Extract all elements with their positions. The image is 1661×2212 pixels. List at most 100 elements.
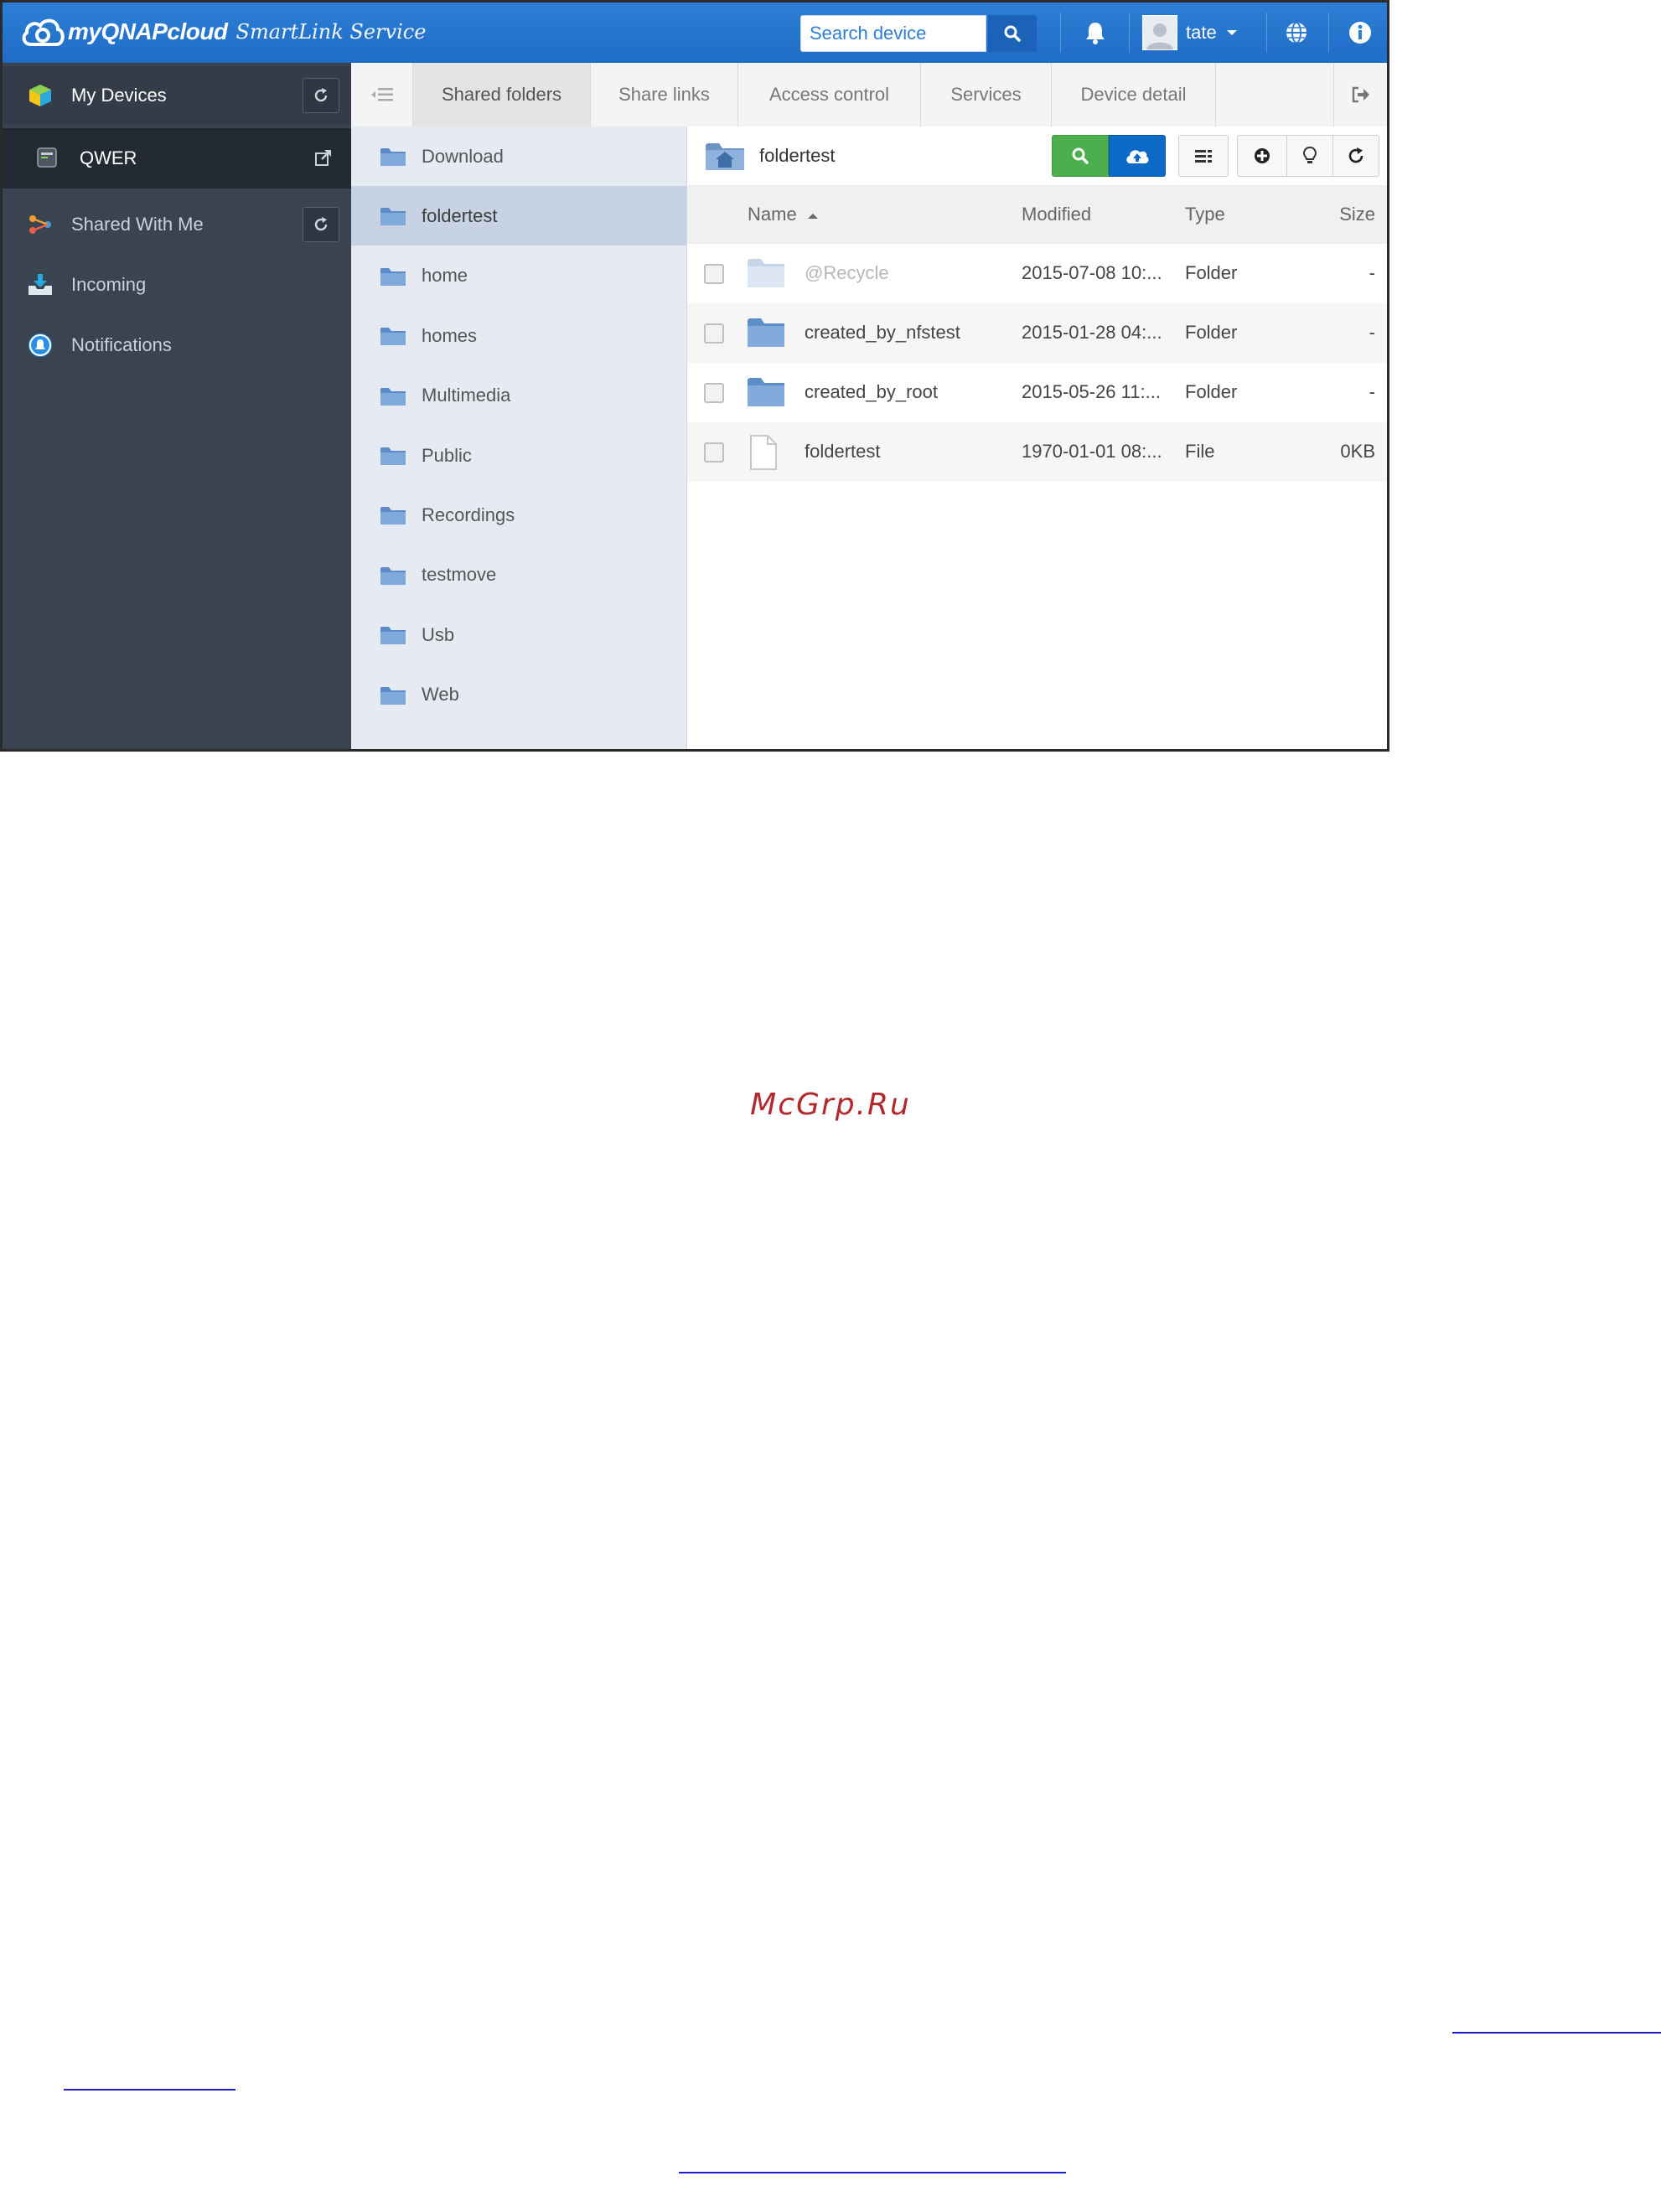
- search-files-button[interactable]: [1052, 135, 1109, 177]
- cube-icon: [26, 81, 54, 110]
- upload-button[interactable]: [1109, 135, 1166, 177]
- brand-tagline: SmartLink Service: [235, 20, 427, 44]
- column-name[interactable]: Name: [748, 204, 819, 225]
- folder-icon: [380, 447, 406, 465]
- file-name: foldertest: [805, 441, 881, 462]
- file-type: Folder: [1185, 381, 1238, 402]
- header-divider: [1060, 13, 1061, 53]
- file-type: File: [1185, 441, 1215, 462]
- logo[interactable]: myQNAPcloud SmartLink Service: [19, 13, 426, 51]
- folder-item[interactable]: Recordings: [351, 485, 686, 545]
- file-size: -: [1369, 322, 1375, 343]
- sidebar-item-shared-with-me[interactable]: Shared With Me: [3, 195, 351, 254]
- folder-item[interactable]: home: [351, 246, 686, 306]
- open-external-icon[interactable]: [314, 148, 333, 172]
- home-folder-icon: [706, 143, 744, 170]
- user-menu[interactable]: tate: [1142, 14, 1239, 51]
- folder-item[interactable]: Web: [351, 665, 686, 725]
- folder-item[interactable]: Usb: [351, 605, 686, 664]
- caret-down-icon: [1226, 30, 1237, 35]
- bell-icon: [1086, 23, 1105, 44]
- app-window: myQNAPcloud SmartLink Service Search dev…: [0, 0, 1389, 752]
- folder-icon: [380, 627, 406, 645]
- folder-item[interactable]: foldertest: [351, 186, 686, 246]
- refresh-icon: [314, 217, 328, 231]
- nas-icon: [33, 143, 61, 172]
- logout-button[interactable]: [1333, 63, 1387, 127]
- file-size: -: [1369, 381, 1375, 402]
- about-button[interactable]: [1337, 14, 1384, 51]
- brand-name: myQNAPcloud: [68, 18, 228, 44]
- watermark: McGrp.Ru: [750, 1088, 911, 1122]
- tab-device-detail[interactable]: Device detail: [1052, 63, 1216, 127]
- plus-circle-icon: [1255, 148, 1270, 163]
- link-underline[interactable]: [679, 2172, 1066, 2173]
- sidebar: My Devices QWER Shared With Me Incoming …: [3, 63, 351, 749]
- file-row[interactable]: created_by_root 2015-05-26 11:... Folder -: [687, 363, 1387, 422]
- language-button[interactable]: [1273, 14, 1320, 51]
- sidebar-item-label: Notifications: [71, 334, 172, 355]
- view-mode-button[interactable]: [1178, 135, 1229, 177]
- refresh-button[interactable]: [1332, 135, 1379, 177]
- sidebar-item-notifications[interactable]: Notifications: [3, 316, 351, 375]
- tab-shared-folders[interactable]: Shared folders: [413, 63, 591, 127]
- refresh-icon: [1348, 147, 1363, 163]
- row-checkbox[interactable]: [704, 442, 724, 463]
- folder-label: Download: [422, 145, 504, 167]
- file-type: Folder: [1185, 322, 1238, 343]
- tab-share-links[interactable]: Share links: [591, 63, 738, 127]
- file-modified: 1970-01-01 08:...: [1022, 441, 1162, 462]
- sidebar-item-qwer[interactable]: QWER: [3, 128, 351, 189]
- tab-access-control[interactable]: Access control: [738, 63, 921, 127]
- folder-icon: [380, 387, 406, 406]
- link-underline[interactable]: [1452, 2032, 1661, 2034]
- column-modified[interactable]: Modified: [1022, 204, 1091, 225]
- file-name: created_by_nfstest: [805, 322, 960, 343]
- column-name-label: Name: [748, 204, 797, 225]
- row-checkbox[interactable]: [704, 323, 724, 344]
- info-icon: [1349, 22, 1371, 44]
- folder-icon: [380, 267, 406, 286]
- link-underline[interactable]: [64, 2089, 235, 2091]
- inbox-icon: [26, 271, 54, 299]
- file-name: created_by_root: [805, 381, 938, 402]
- file-row[interactable]: foldertest 1970-01-01 08:... File 0KB: [687, 422, 1387, 482]
- user-silhouette-icon: [1146, 23, 1173, 49]
- folder-item[interactable]: Download: [351, 127, 686, 186]
- sign-out-icon: [1352, 86, 1369, 103]
- bell-icon: [26, 331, 54, 359]
- search-icon: [1072, 147, 1089, 164]
- folder-item[interactable]: homes: [351, 306, 686, 365]
- folder-icon: [380, 507, 406, 525]
- add-folder-button[interactable]: [1237, 135, 1287, 177]
- row-checkbox[interactable]: [704, 264, 724, 284]
- file-modified: 2015-05-26 11:...: [1022, 381, 1161, 402]
- column-header: Name Modified Type Size: [687, 185, 1387, 244]
- column-type[interactable]: Type: [1185, 204, 1225, 225]
- file-name: @Recycle: [805, 262, 889, 283]
- sidebar-item-incoming[interactable]: Incoming: [3, 256, 351, 314]
- tab-services[interactable]: Services: [921, 63, 1052, 127]
- column-size[interactable]: Size: [1339, 204, 1375, 225]
- lightbulb-icon: [1302, 146, 1317, 163]
- header-divider: [1266, 13, 1267, 53]
- folder-item[interactable]: Public: [351, 426, 686, 485]
- folder-item[interactable]: Multimedia: [351, 366, 686, 426]
- sidebar-item-my-devices[interactable]: My Devices: [3, 66, 351, 125]
- search-input[interactable]: [800, 15, 986, 52]
- refresh-icon: [314, 88, 328, 102]
- refresh-shared-button[interactable]: [303, 207, 339, 242]
- notifications-button[interactable]: [1072, 14, 1119, 51]
- file-row[interactable]: @Recycle 2015-07-08 10:... Folder -: [687, 244, 1387, 303]
- collapse-list-icon: [370, 88, 393, 101]
- file-icon: [750, 435, 777, 470]
- folder-icon: [380, 566, 406, 585]
- collapse-panel-button[interactable]: [351, 63, 413, 127]
- folder-label: Public: [422, 444, 472, 466]
- file-row[interactable]: created_by_nfstest 2015-01-28 04:... Folde…: [687, 303, 1387, 363]
- row-checkbox[interactable]: [704, 383, 724, 403]
- search-button[interactable]: [988, 15, 1037, 52]
- tips-button[interactable]: [1286, 135, 1333, 177]
- folder-item[interactable]: testmove: [351, 545, 686, 605]
- refresh-devices-button[interactable]: [303, 78, 339, 113]
